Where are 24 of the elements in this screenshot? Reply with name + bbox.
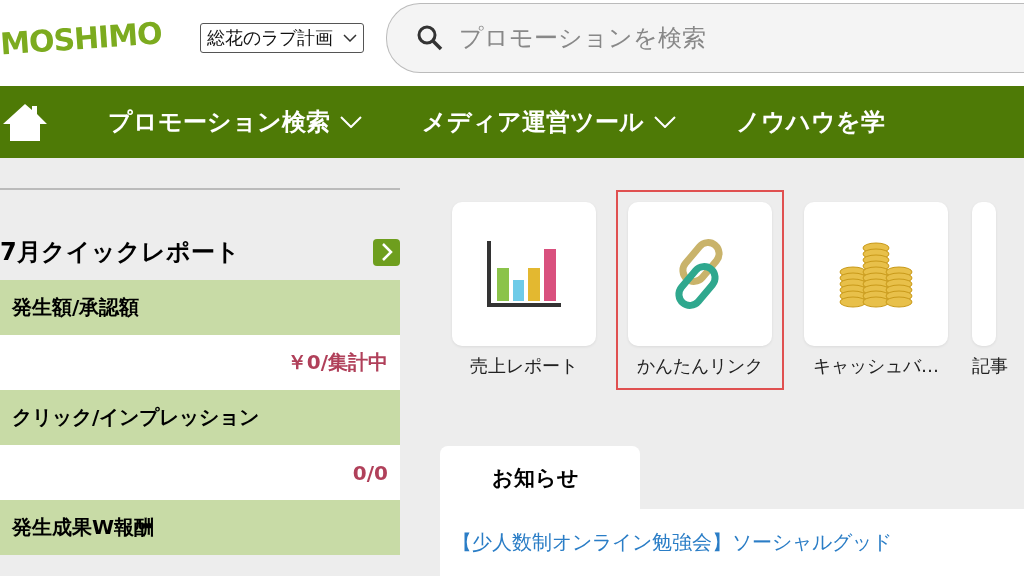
bar-chart-icon	[487, 241, 561, 307]
news-link[interactable]: 【少人数制オンライン勉強会】ソーシャルグッド	[452, 530, 892, 554]
chevron-down-icon	[654, 116, 676, 129]
nav-menu-item[interactable]: ノウハウを学	[736, 106, 885, 139]
report-title: 7月クイックレポート	[0, 237, 240, 268]
search-field[interactable]: プロモーションを検索	[456, 23, 1024, 54]
search-icon	[416, 25, 443, 52]
chevron-right-icon	[380, 242, 393, 262]
report-row-label: 発生成果W報酬	[0, 500, 400, 555]
chevron-down-icon	[342, 34, 357, 43]
next-arrow-button[interactable]	[373, 238, 400, 266]
nav-menu-item[interactable]: メディア運営ツール	[422, 106, 676, 139]
nav-menu-item[interactable]: プロモーション検索	[108, 106, 362, 139]
report-row-label: クリック/インプレッション	[0, 390, 400, 445]
shortcut-tile[interactable]: 記事	[968, 190, 1012, 390]
site-select[interactable]: 総花のラブ計画	[199, 23, 364, 54]
shortcut-tile[interactable]: かんたんリンク	[616, 190, 784, 390]
report-row-value: ￥0/集計中	[0, 335, 400, 390]
search-bar[interactable]: プロモーションを検索	[385, 3, 1024, 74]
news-tab[interactable]: お知らせ	[440, 446, 640, 509]
chevron-down-icon	[340, 116, 362, 129]
report-row-label: 発生額/承認額	[0, 280, 400, 335]
report-row-value: 0/0	[0, 445, 400, 500]
home-icon[interactable]	[2, 102, 48, 143]
